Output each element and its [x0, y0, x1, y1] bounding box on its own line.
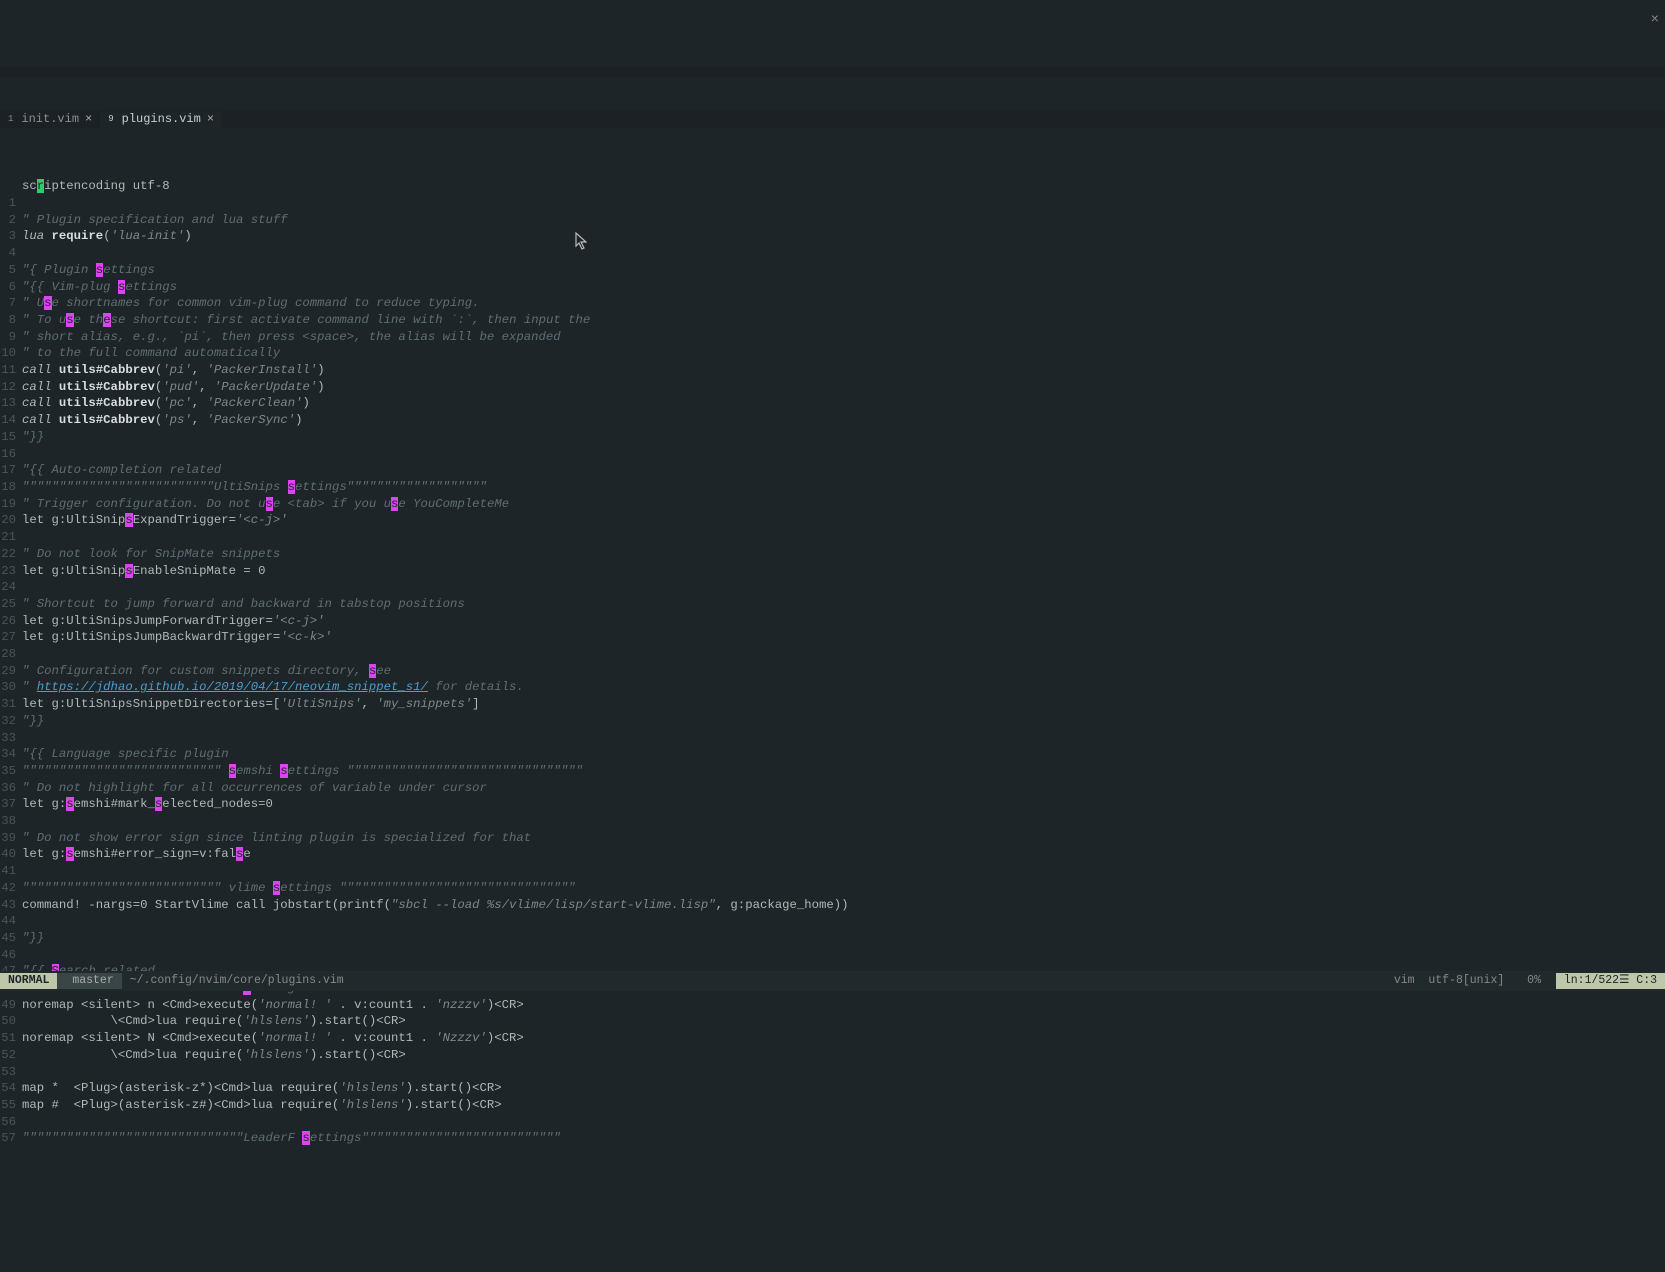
status-bar: NORMAL master ~/.config/nvim/core/plugin…	[0, 971, 1665, 991]
code-line[interactable]	[22, 1064, 849, 1081]
code-line[interactable]: map * <Plug>(asterisk-z*)<Cmd>lua requir…	[22, 1080, 849, 1097]
code-line[interactable]: " Plugin specification and lua stuff	[22, 212, 849, 229]
code-line[interactable]: " https://jdhao.github.io/2019/04/17/neo…	[22, 679, 849, 696]
code-line[interactable]: " Configuration for custom snippets dire…	[22, 663, 849, 680]
code-line[interactable]	[22, 646, 849, 663]
code-line[interactable]: " Do not show error sign since linting p…	[22, 830, 849, 847]
code-line[interactable]: " Trigger configuration. Do not use <tab…	[22, 496, 849, 513]
file-path: ~/.config/nvim/core/plugins.vim	[122, 973, 1386, 990]
code-line[interactable]: noremap <silent> n <Cmd>execute('normal!…	[22, 997, 849, 1014]
code-line[interactable]: let g:semshi#error_sign=v:false	[22, 846, 849, 863]
code-line[interactable]: """"""""""""""""""""""""""" vlime settin…	[22, 880, 849, 897]
tab-bar: 1init.vim×9plugins.vim×	[0, 110, 1665, 128]
code-line[interactable]: scriptencoding utf-8	[22, 178, 849, 195]
code-line[interactable]	[22, 947, 849, 964]
code-line[interactable]	[22, 813, 849, 830]
close-icon[interactable]: ×	[1651, 12, 1659, 29]
tab-close-icon[interactable]: ×	[207, 111, 214, 128]
code-line[interactable]: " Shortcut to jump forward and backward …	[22, 596, 849, 613]
code-line[interactable]: call utils#Cabbrev('ps', 'PackerSync')	[22, 412, 849, 429]
code-line[interactable]: " Do not look for SnipMate snippets	[22, 546, 849, 563]
code-line[interactable]: "{{ Auto-completion related	[22, 462, 849, 479]
code-line[interactable]: let g:UltiSnipsJumpForwardTrigger='<c-j>…	[22, 613, 849, 630]
code-line[interactable]: "}}	[22, 930, 849, 947]
code-line[interactable]: noremap <silent> N <Cmd>execute('normal!…	[22, 1030, 849, 1047]
code-line[interactable]: map # <Plug>(asterisk-z#)<Cmd>lua requir…	[22, 1097, 849, 1114]
code-line[interactable]: " Use shortnames for common vim-plug com…	[22, 295, 849, 312]
scroll-percent: 0%	[1512, 973, 1556, 990]
code-line[interactable]: command! -nargs=0 StartVlime call jobsta…	[22, 897, 849, 914]
tab-close-icon[interactable]: ×	[85, 111, 92, 128]
code-line[interactable]: "{{ Vim-plug settings	[22, 279, 849, 296]
tab-plugins-vim[interactable]: 9plugins.vim×	[100, 111, 222, 128]
code-line[interactable]: " to the full command automatically	[22, 345, 849, 362]
code-line[interactable]: " Do not highlight for all occurrences o…	[22, 780, 849, 797]
code-line[interactable]	[22, 579, 849, 596]
tmux-status-bar: ~/projects/leet_code ~/.config/nvim/core…	[0, 67, 1665, 77]
code-line[interactable]: call utils#Cabbrev('pud', 'PackerUpdate'…	[22, 379, 849, 396]
mode-indicator: NORMAL	[0, 973, 57, 990]
code-line[interactable]: let g:UltiSnipsSnippetDirectories=['Ulti…	[22, 696, 849, 713]
code-line[interactable]	[22, 730, 849, 747]
code-line[interactable]: let g:UltiSnipsJumpBackwardTrigger='<c-k…	[22, 629, 849, 646]
git-branch: master	[57, 973, 121, 990]
code-line[interactable]: let g:UltiSnipsEnableSnipMate = 0	[22, 563, 849, 580]
tab-init-vim[interactable]: 1init.vim×	[0, 111, 100, 128]
code-line[interactable]: "}}	[22, 713, 849, 730]
code-line[interactable]	[22, 529, 849, 546]
code-line[interactable]: " short alias, e.g., `pi`, then press <s…	[22, 329, 849, 346]
code-line[interactable]: """"""""""""""""""""""""""UltiSnips sett…	[22, 479, 849, 496]
code-line[interactable]	[22, 913, 849, 930]
code-line[interactable]: "}}	[22, 429, 849, 446]
code-line[interactable]: call utils#Cabbrev('pi', 'PackerInstall'…	[22, 362, 849, 379]
code-line[interactable]	[22, 863, 849, 880]
file-info: vim utf-8[unix]	[1386, 973, 1512, 990]
code-line[interactable]: \<Cmd>lua require('hlslens').start()<CR>	[22, 1013, 849, 1030]
code-line[interactable]: "{{ Language specific plugin	[22, 746, 849, 763]
code-line[interactable]: call utils#Cabbrev('pc', 'PackerClean')	[22, 395, 849, 412]
code-line[interactable]: "{ Plugin settings	[22, 262, 849, 279]
code-line[interactable]: \<Cmd>lua require('hlslens').start()<CR>	[22, 1047, 849, 1064]
code-line[interactable]: """"""""""""""""""""""""""" semshi setti…	[22, 763, 849, 780]
code-line[interactable]: " To use these shortcut: first activate …	[22, 312, 849, 329]
code-line[interactable]	[22, 245, 849, 262]
code-line[interactable]: let g:semshi#mark_selected_nodes=0	[22, 796, 849, 813]
code-line[interactable]	[22, 195, 849, 212]
code-line[interactable]	[22, 1114, 849, 1131]
cursor-position: ln:1/522☰ C:3	[1556, 973, 1665, 990]
code-line[interactable]: let g:UltiSnipsExpandTrigger='<c-j>'	[22, 512, 849, 529]
code-line[interactable]: """"""""""""""""""""""""""""""LeaderF se…	[22, 1130, 849, 1147]
code-line[interactable]: lua require('lua-init')	[22, 228, 849, 245]
code-line[interactable]	[22, 446, 849, 463]
